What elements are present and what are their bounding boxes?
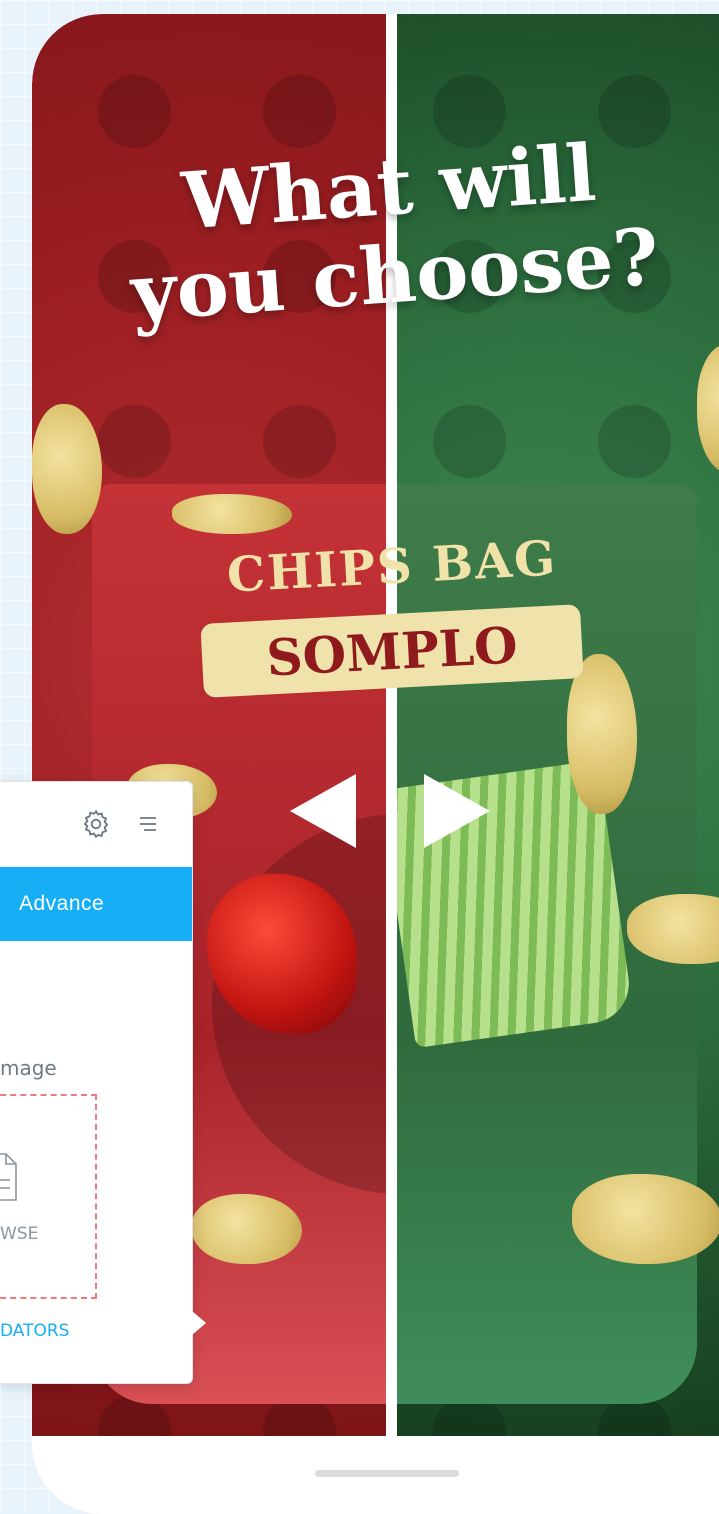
triangle-right-icon[interactable]: [424, 774, 490, 848]
image-field-label: mage: [0, 1056, 57, 1080]
home-indicator: [315, 1470, 459, 1477]
tab-advance[interactable]: Advance: [0, 867, 192, 941]
validators-link[interactable]: DATORS: [0, 1321, 69, 1341]
chip-image: [572, 1174, 719, 1264]
file-icon: [0, 1153, 17, 1201]
panel-pointer: [192, 1311, 206, 1335]
hamburger-menu-icon[interactable]: [138, 815, 158, 833]
panel-header: [0, 782, 192, 867]
chip-image: [32, 404, 102, 534]
gear-icon[interactable]: [80, 808, 112, 840]
browse-button[interactable]: WSE: [0, 1224, 38, 1244]
chip-image: [192, 1194, 302, 1264]
chip-image: [172, 494, 292, 534]
triangle-left-icon[interactable]: [290, 774, 356, 848]
